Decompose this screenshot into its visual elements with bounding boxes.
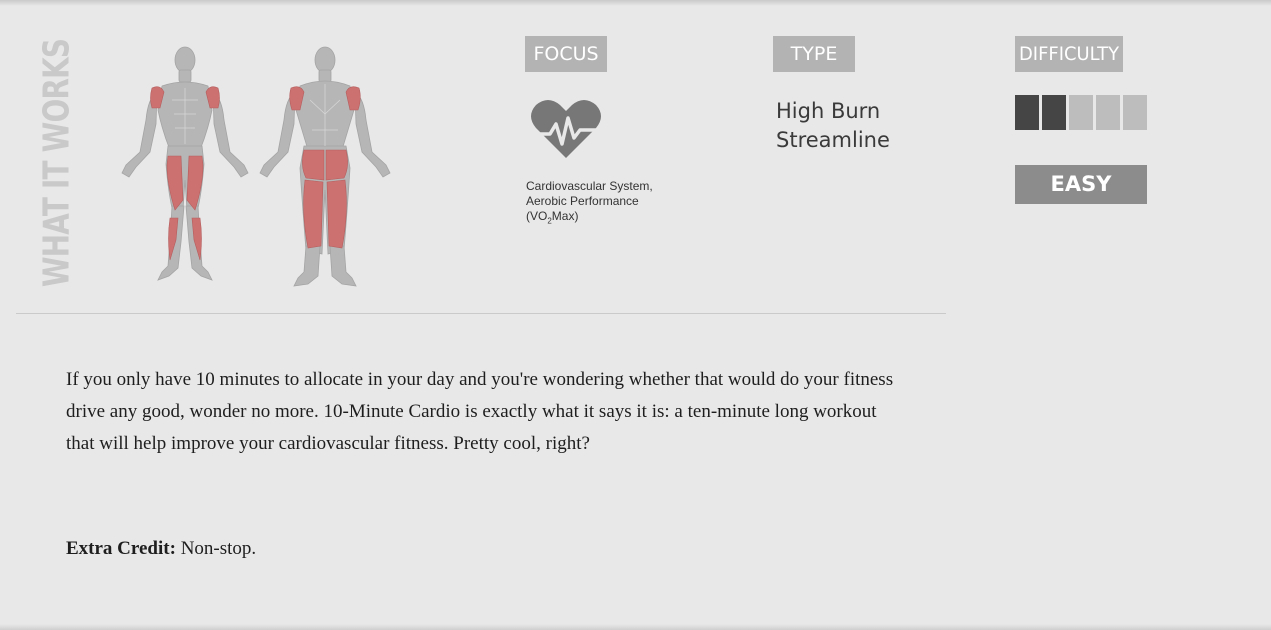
focus-label: FOCUS [525, 36, 607, 72]
type-value-1: High Burn [776, 99, 881, 123]
extra-credit: Extra Credit: Non-stop. [66, 533, 256, 565]
type-label-text: TYPE [790, 43, 838, 65]
body-front [121, 46, 249, 281]
type-value-2: Streamline [776, 128, 890, 152]
difficulty-bar [1123, 95, 1147, 130]
difficulty-rating-text: EASY [1050, 172, 1112, 196]
section-title: WHAT IT WORKS [26, 38, 88, 288]
body-back [259, 46, 391, 287]
difficulty-meter [1015, 95, 1147, 130]
difficulty-label-text: DIFFICULTY [1018, 43, 1120, 65]
focus-description: Cardiovascular System, Aerobic Performan… [526, 179, 696, 228]
focus-label-text: FOCUS [533, 43, 599, 65]
difficulty-label: DIFFICULTY [1015, 36, 1123, 72]
type-label: TYPE [773, 36, 855, 72]
bottom-shadow [0, 624, 1271, 630]
extra-credit-value: Non-stop. [180, 538, 257, 559]
focus-line-2: Aerobic Performance [526, 194, 639, 208]
section-title-text: WHAT IT WORKS [36, 38, 78, 288]
workout-description: If you only have 10 minutes to allocate … [66, 369, 894, 454]
muscle-map-diagram [121, 46, 391, 287]
heart-pulse-icon [528, 100, 604, 158]
type-values: High Burn Streamline [776, 97, 890, 155]
focus-line-1: Cardiovascular System, [526, 179, 653, 193]
section-divider [16, 313, 946, 314]
focus-line-3: (VO2Max) [526, 209, 579, 226]
difficulty-bar [1015, 95, 1039, 130]
difficulty-bar [1042, 95, 1066, 130]
difficulty-rating-badge: EASY [1015, 165, 1147, 204]
top-shadow [0, 0, 1271, 6]
difficulty-bar [1096, 95, 1120, 130]
difficulty-bar [1069, 95, 1093, 130]
extra-credit-label: Extra Credit: [66, 538, 176, 559]
